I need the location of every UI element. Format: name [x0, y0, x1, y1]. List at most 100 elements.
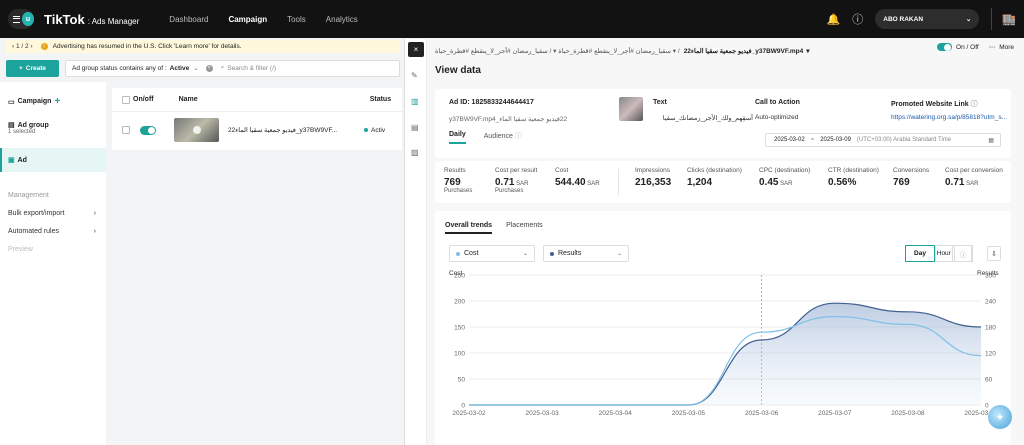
filter-box[interactable]: Ad group status contains any of : Active…: [65, 59, 400, 77]
filter-prefix: Ad group status contains any of :: [72, 64, 167, 72]
create-button[interactable]: + Create: [6, 59, 59, 77]
chart-tabs: Overall trends Placements: [445, 219, 543, 234]
cost-color-dot: [456, 251, 460, 256]
x-tick-label: 2025-03-06: [745, 410, 779, 417]
user-menu[interactable]: ABO RAKAN ⌄: [875, 9, 980, 29]
metric-8: Cost per conversion 0.71 SAR: [945, 167, 1003, 188]
edit-icon[interactable]: ✎: [411, 71, 421, 81]
menu-automated-rules[interactable]: Automated rules ›: [0, 228, 106, 235]
y2-tick-label: 60: [985, 377, 993, 384]
breadcrumb-path[interactable]: سقيا_رمضان #أجر_لا_ينقطع #قطرة_حياة ▾ / …: [435, 47, 680, 55]
metric-5: CPC (destination) 0.45 SAR: [759, 167, 810, 188]
row-checkbox[interactable]: [122, 126, 130, 134]
menu-button[interactable]: u: [8, 9, 34, 29]
chevron-down-icon[interactable]: ▾: [806, 47, 809, 55]
bell-icon[interactable]: 🔔: [827, 13, 841, 26]
website-link[interactable]: https://watering.org.sa/p/85818?utm_s...: [891, 114, 1007, 121]
right-metric-select[interactable]: Results ⌄: [543, 245, 629, 262]
tiktok-logo[interactable]: TikTok: Ads Manager: [44, 12, 139, 27]
ad-thumbnail[interactable]: [619, 97, 643, 121]
assistant-fab[interactable]: ✦: [988, 405, 1012, 429]
ad-name-link[interactable]: 22فيديو جمعية سقيا الماء_y37BW9VF...: [228, 126, 358, 134]
clear-filter-icon[interactable]: ×: [205, 64, 213, 72]
ad-icon: ▣: [8, 157, 15, 164]
granularity-toggle: Day Hour ⓘ: [905, 245, 973, 262]
search-input[interactable]: Search & filter (/): [227, 65, 276, 72]
tab-audience-label: Audience: [483, 133, 513, 140]
x-tick-label: 2025-03-05: [672, 410, 706, 417]
metric-6: CTR (destination) 0.56%: [828, 167, 879, 188]
nav-dashboard[interactable]: Dashboard: [159, 15, 218, 24]
ad-id: Ad ID: 1825833244644417: [449, 99, 534, 106]
image-icon[interactable]: ▨: [411, 148, 421, 158]
menu-automated-rules-label: Automated rules: [8, 228, 59, 235]
x-tick-label: 2025-03-03: [526, 410, 560, 417]
menu-bulk-export[interactable]: Bulk export/import ›: [0, 210, 106, 217]
cta-label: Call to Action: [755, 99, 800, 106]
tab-audience[interactable]: Audience ⓘ: [484, 131, 522, 144]
left-metric-select[interactable]: Cost ⌄: [449, 245, 535, 262]
filter-value: Active: [169, 64, 190, 72]
breadcrumb-current[interactable]: 22فيديو جمعية سقيا الماء_y37BW9VF.mp4: [684, 47, 804, 55]
chevron-right-icon: ›: [93, 210, 96, 217]
sidebar-campaign[interactable]: ▭ Campaign +: [0, 96, 106, 107]
top-bar: u TikTok: Ads Manager Dashboard Campaign…: [0, 0, 1024, 38]
metric-value: 0.56%: [828, 177, 857, 188]
tab-overall-trends[interactable]: Overall trends: [445, 219, 493, 234]
notice-pager[interactable]: ‹ 1 / 2 ›: [12, 43, 33, 50]
select-all-checkbox[interactable]: [122, 95, 130, 104]
nav-campaign[interactable]: Campaign: [218, 15, 277, 24]
granularity-hour-label: Hour: [935, 245, 953, 262]
sidebar-adgroup[interactable]: ▤ Ad group: [0, 121, 106, 130]
account-avatar[interactable]: u: [21, 12, 34, 26]
chevron-right-icon: ›: [93, 228, 96, 235]
col-status[interactable]: Status: [370, 96, 391, 103]
tab-daily[interactable]: Daily: [449, 131, 466, 144]
col-name[interactable]: Name: [179, 96, 198, 103]
nav-tools[interactable]: Tools: [277, 15, 316, 24]
nav-analytics[interactable]: Analytics: [316, 15, 368, 24]
create-label: Create: [25, 64, 47, 72]
main-nav: Dashboard Campaign Tools Analytics: [159, 15, 368, 24]
bar-chart-icon[interactable]: ▥: [411, 97, 421, 107]
y-tick-label: 0: [461, 403, 465, 410]
document-icon[interactable]: ▤: [411, 123, 421, 133]
metric-value: 544.40 SAR: [555, 177, 600, 188]
x-tick-label: 2025-03-02: [452, 410, 486, 417]
tab-placements[interactable]: Placements: [506, 219, 543, 234]
warning-icon: !: [40, 43, 48, 50]
metric-2: Cost 544.40 SAR: [555, 167, 600, 188]
date-start: 2025-03-02: [774, 137, 805, 143]
menu-preview[interactable]: Preview: [0, 246, 106, 253]
y2-tick-label: 240: [985, 299, 996, 306]
col-onoff[interactable]: On/off: [133, 96, 154, 103]
info-icon: ⓘ: [514, 133, 522, 140]
close-panel-button[interactable]: ×: [408, 42, 424, 57]
chevron-down-icon[interactable]: ⌄: [193, 64, 198, 72]
ad-toggle[interactable]: [937, 43, 953, 51]
sidebar-ad[interactable]: ▣ Ad: [0, 148, 106, 172]
video-thumbnail[interactable]: [174, 118, 219, 142]
granularity-day[interactable]: Day: [905, 245, 935, 262]
trend-chart[interactable]: Cost Results0 050 60100 120150 180200 240250 30…: [435, 267, 1011, 445]
sidebar-adgroup-label: Ad group: [17, 121, 49, 129]
granularity-hour[interactable]: Hour ⓘ: [935, 245, 973, 262]
export-icon[interactable]: ⇩: [987, 246, 1001, 261]
notice-banner: ‹ 1 / 2 › ! Advertising has resumed in t…: [6, 40, 400, 53]
row-toggle[interactable]: [140, 125, 156, 135]
metric-value: 216,353: [635, 177, 672, 188]
more-button[interactable]: More: [999, 44, 1014, 51]
info-icon[interactable]: ⓘ: [971, 101, 978, 108]
adgroup-selected-count: 1 selected: [8, 129, 36, 135]
chevron-down-icon: ⌄: [522, 251, 528, 257]
y2-tick-label: 120: [985, 351, 996, 358]
date-range-picker[interactable]: 2025-03-02 ~ 2025-03-09 (UTC+03:00) Arab…: [765, 133, 1001, 147]
store-icon[interactable]: 🏬: [1002, 13, 1016, 26]
metrics-divider: [618, 169, 619, 195]
more-icon[interactable]: ⋯: [989, 43, 996, 51]
table-row[interactable]: 22فيديو جمعية سقيا الماء_y37BW9VF... Act…: [112, 112, 402, 148]
help-icon[interactable]: ⓘ: [852, 11, 863, 27]
add-icon[interactable]: +: [54, 96, 60, 107]
metric-4: Clicks (destination) 1,204: [687, 167, 742, 188]
results-area: [469, 303, 981, 405]
